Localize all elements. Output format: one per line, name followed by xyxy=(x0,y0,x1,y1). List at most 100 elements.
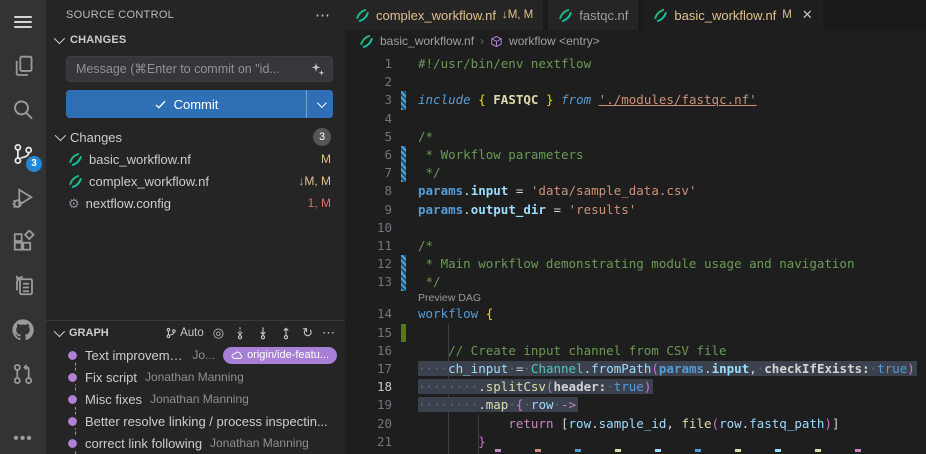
tab-complex_workflow.nf[interactable]: complex_workflow.nf↓M, M xyxy=(345,0,543,30)
panel-more-icon[interactable]: ⋯ xyxy=(315,6,331,24)
commit-row[interactable]: correct link followingJonathan Manning xyxy=(46,432,345,454)
clipped-code-sliver xyxy=(655,449,661,452)
commit-message-wrap xyxy=(66,56,333,82)
commit-author: Jonathan Manning xyxy=(145,370,244,384)
breadcrumb-file[interactable]: basic_workflow.nf xyxy=(380,34,474,48)
file-status-badge: ↓M, M xyxy=(298,174,331,188)
code-line-10[interactable]: 10 xyxy=(345,219,926,237)
activity-more-icon[interactable]: ••• xyxy=(0,424,46,454)
chevron-down-icon xyxy=(55,130,66,141)
code-line-15[interactable]: 15 xyxy=(345,324,926,342)
cloud-icon xyxy=(231,350,243,360)
graph-section-header[interactable]: GRAPH Auto ◎ ↻ ⋯ xyxy=(46,320,345,344)
changes-tree-header[interactable]: Changes 3 xyxy=(46,126,345,148)
code-line-21[interactable]: 21 } xyxy=(345,433,926,451)
fetch-icon[interactable] xyxy=(233,326,247,340)
code-line-11[interactable]: 11/* xyxy=(345,237,926,255)
code-line-1[interactable]: 1 #!/usr/bin/env nextflow xyxy=(345,55,926,73)
commit-row[interactable]: Misc fixesJonathan Manning xyxy=(46,388,345,410)
code-line-17[interactable]: 17····ch_input·=·Channel.fromPath(params… xyxy=(345,360,926,378)
code-line-7[interactable]: 7 */ xyxy=(345,164,926,182)
code-line-5[interactable]: 5/* xyxy=(345,128,926,146)
run-debug-icon[interactable] xyxy=(0,176,46,220)
check-icon xyxy=(154,98,167,111)
file-row[interactable]: ⚙nextflow.config1, M xyxy=(46,192,345,214)
line-number: 1 xyxy=(345,55,392,73)
code-line-14[interactable]: 14workflow { xyxy=(345,305,926,323)
commit-author: Jo... xyxy=(192,348,215,362)
graph-more-icon[interactable]: ⋯ xyxy=(322,326,335,339)
code-line-13[interactable]: 13 */ xyxy=(345,273,926,291)
file-row[interactable]: complex_workflow.nf↓M, M xyxy=(46,170,345,192)
breadcrumb[interactable]: basic_workflow.nf › workflow <entry> xyxy=(345,30,926,52)
search-icon[interactable] xyxy=(0,88,46,132)
github-icon[interactable] xyxy=(0,308,46,352)
code-editor[interactable]: 1 #!/usr/bin/env nextflow23include { FAST… xyxy=(345,52,926,454)
tab-basic_workflow.nf[interactable]: basic_workflow.nfM✕ xyxy=(643,0,822,30)
indent-guide xyxy=(478,415,479,454)
tab-status-badge: ↓M, M xyxy=(502,9,533,21)
target-icon[interactable]: ◎ xyxy=(213,326,224,339)
code-line-18[interactable]: 18········.splitCsv(header:·true) xyxy=(345,378,926,396)
graph-section-label: GRAPH xyxy=(69,327,109,339)
gear-icon: ⚙ xyxy=(68,197,80,210)
file-row[interactable]: basic_workflow.nfM xyxy=(46,148,345,170)
changes-count-badge: 3 xyxy=(313,128,331,146)
line-content: ········.map·{·row·-> xyxy=(406,396,578,414)
panel-header: SOURCE CONTROL ⋯ xyxy=(46,0,345,30)
line-number: 6 xyxy=(345,146,392,164)
commit-dropdown-button[interactable] xyxy=(306,90,333,118)
code-line-4[interactable]: 4 xyxy=(345,110,926,128)
commit-button[interactable]: Commit xyxy=(66,90,306,118)
commit-row[interactable]: Text improvementJo...origin/ide-featu... xyxy=(46,344,345,366)
branch-badge[interactable]: origin/ide-featu... xyxy=(223,347,337,364)
commit-dot xyxy=(68,395,77,404)
explorer-icon[interactable] xyxy=(0,44,46,88)
code-line-3[interactable]: 3include { FASTQC } from './modules/fast… xyxy=(345,91,926,109)
source-control-icon[interactable]: 3 xyxy=(0,132,46,176)
sparkle-icon[interactable] xyxy=(310,61,326,82)
code-line-8[interactable]: 8params.input = 'data/sample_data.csv' xyxy=(345,182,926,200)
code-line-9[interactable]: 9params.output_dir = 'results' xyxy=(345,201,926,219)
nextflow-icon xyxy=(68,174,83,189)
changes-section-header[interactable]: CHANGES xyxy=(46,30,345,50)
line-content: #!/usr/bin/env nextflow xyxy=(406,55,591,73)
pull-requests-icon[interactable] xyxy=(0,352,46,396)
breadcrumb-symbol[interactable]: workflow <entry> xyxy=(509,34,600,48)
commit-author: Jonathan Manning xyxy=(150,392,249,406)
code-line-6[interactable]: 6 * Workflow parameters xyxy=(345,146,926,164)
tab-fastqc.nf[interactable]: fastqc.nf xyxy=(548,0,638,30)
code-line-20[interactable]: 20 return [row.sample_id, file(row.fastq… xyxy=(345,415,926,433)
branch-auto-toggle[interactable]: Auto xyxy=(165,327,204,339)
file-name: basic_workflow.nf xyxy=(89,152,191,167)
code-line-12[interactable]: 12 * Main workflow demonstrating module … xyxy=(345,255,926,273)
refresh-icon[interactable]: ↻ xyxy=(302,326,313,339)
line-number: 16 xyxy=(345,342,392,360)
line-content: /* xyxy=(406,128,433,146)
panel-title: SOURCE CONTROL xyxy=(66,9,174,21)
nextflow-icon xyxy=(359,34,374,49)
codelens-preview-dag[interactable]: Preview DAG xyxy=(345,291,926,305)
commit-row[interactable]: Better resolve linking / process inspect… xyxy=(46,410,345,432)
commit-row[interactable]: Fix scriptJonathan Manning xyxy=(46,366,345,388)
pull-icon[interactable] xyxy=(256,326,270,340)
line-number: 7 xyxy=(345,164,392,182)
menu-icon[interactable] xyxy=(0,0,46,44)
extensions-icon[interactable] xyxy=(0,220,46,264)
sidebar-spacer xyxy=(46,214,345,320)
line-content xyxy=(406,73,418,91)
line-content: params.input = 'data/sample_data.csv' xyxy=(406,182,696,200)
code-line-2[interactable]: 2 xyxy=(345,73,926,91)
line-content xyxy=(406,324,418,342)
line-content: ····ch_input·=·Channel.fromPath(params.i… xyxy=(406,360,917,378)
branch-icon xyxy=(165,327,177,339)
close-icon[interactable]: ✕ xyxy=(802,7,813,23)
line-number: 19 xyxy=(345,396,392,414)
references-icon[interactable] xyxy=(0,264,46,308)
commit-message-input[interactable] xyxy=(66,56,333,82)
code-line-16[interactable]: 16 // Create input channel from CSV file xyxy=(345,342,926,360)
push-icon[interactable] xyxy=(279,326,293,340)
code-line-19[interactable]: 19 ········.map·{·row·-> xyxy=(345,396,926,414)
breadcrumb-separator: › xyxy=(480,34,484,48)
commit-dot xyxy=(68,417,77,426)
